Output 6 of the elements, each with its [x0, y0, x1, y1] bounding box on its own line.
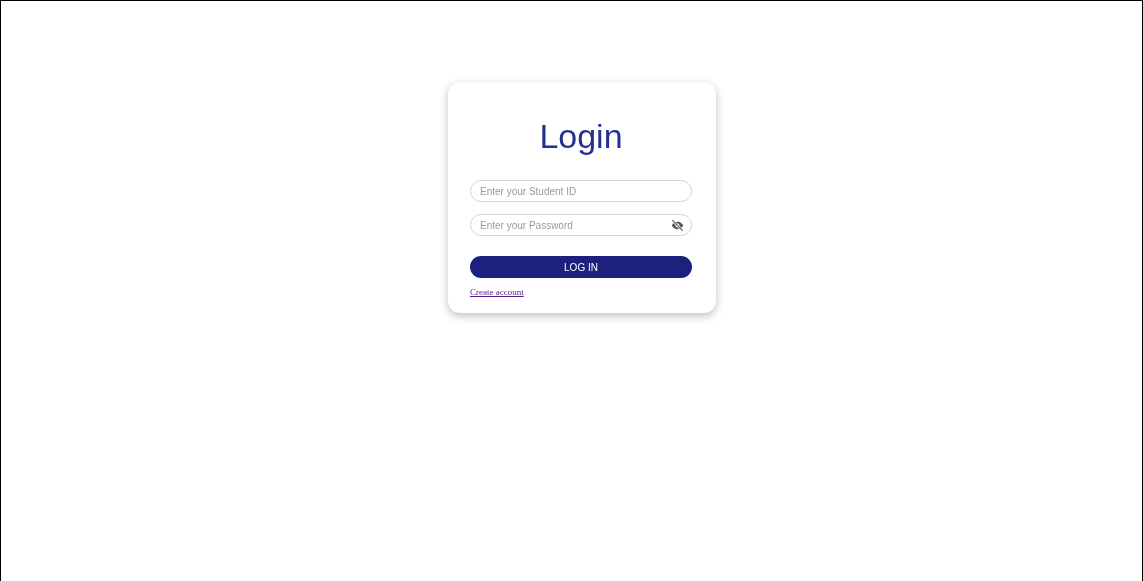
student-id-field[interactable]: Enter your Student ID: [470, 180, 692, 202]
login-title: Login: [538, 116, 624, 156]
login-button[interactable]: LOG IN: [470, 256, 692, 278]
create-account-link[interactable]: Create account: [470, 287, 524, 297]
eye-slash-icon[interactable]: [671, 218, 684, 232]
password-field[interactable]: Enter your Password: [470, 214, 692, 236]
